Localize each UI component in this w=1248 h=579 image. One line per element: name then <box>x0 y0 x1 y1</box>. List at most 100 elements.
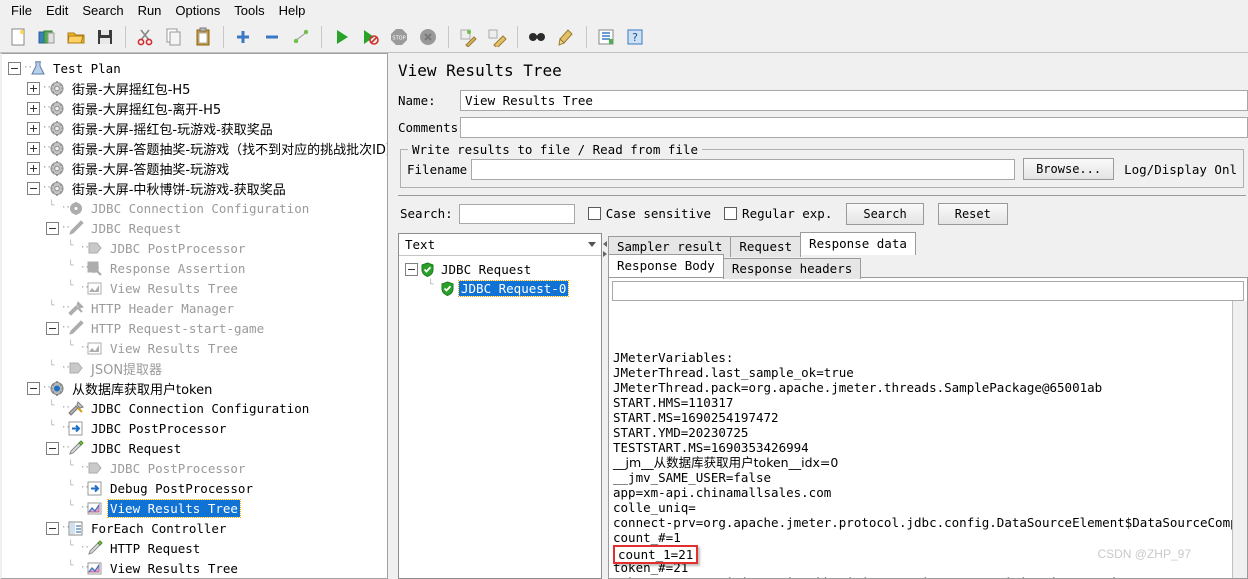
browse-button[interactable]: Browse... <box>1023 158 1115 180</box>
tree-node[interactable]: ·· JDBC Request <box>2 438 387 458</box>
menu-item-search[interactable]: Search <box>75 1 130 20</box>
tree-collapse-toggle[interactable] <box>27 381 40 395</box>
subtab-response-headers[interactable]: Response headers <box>722 257 862 279</box>
regular-exp-checkbox[interactable]: Regular exp. <box>724 206 832 221</box>
stop-icon[interactable]: STOP <box>385 23 413 51</box>
tree-node[interactable]: ·· 街景-大屏-答题抽奖-玩游戏（找不到对应的挑战批次ID） <box>2 138 387 158</box>
search-input[interactable] <box>458 203 575 224</box>
tree-node[interactable]: ·· ForEach Controller <box>2 518 387 538</box>
tree-node[interactable]: ·· 街景-大屏-中秋博饼-玩游戏-获取奖品 <box>2 178 387 198</box>
checkbox-box[interactable] <box>587 207 601 221</box>
tab-request[interactable]: Request <box>730 235 802 257</box>
reset-search-icon[interactable] <box>552 23 580 51</box>
result-node[interactable]: └ JDBC Request-0 <box>399 279 601 298</box>
start-icon[interactable] <box>327 23 355 51</box>
tree-collapse-toggle[interactable] <box>46 441 59 455</box>
response-line: TESTSTART.MS=1690353426994 <box>613 439 809 455</box>
menu-item-edit[interactable]: Edit <box>39 1 75 20</box>
copy-icon[interactable] <box>160 23 188 51</box>
response-scrollbar[interactable] <box>1232 300 1247 578</box>
case-sensitive-checkbox[interactable]: Case sensitive <box>587 206 711 221</box>
tree-node[interactable]: └ ·· View Results Tree <box>2 498 387 518</box>
function-helper-icon[interactable] <box>592 23 620 51</box>
tree-node[interactable]: └ ·· Response Assertion <box>2 258 387 278</box>
reset-button[interactable]: Reset <box>937 202 1008 225</box>
cut-icon[interactable] <box>131 23 159 51</box>
tree-collapse-toggle[interactable] <box>27 181 40 195</box>
response-body-text[interactable]: JMeterVariables: JMeterThread.last_sample… <box>609 300 1247 578</box>
test-plan-tree[interactable]: ·· Test Plan ·· 街景-大屏摇红包-H5 ·· 街景-大屏摇红包-离开-H5… <box>0 53 388 579</box>
tree-expand-toggle[interactable] <box>27 81 40 95</box>
tree-node[interactable]: ·· 街景-大屏-摇红包-玩游戏-获取奖品 <box>2 118 387 138</box>
split-divider-handle[interactable] <box>602 232 608 579</box>
tree-collapse-toggle[interactable] <box>8 61 21 75</box>
new-icon[interactable] <box>4 23 32 51</box>
tree-node[interactable]: └ ·· JDBC PostProcessor <box>2 418 387 438</box>
tree-node[interactable]: └ ·· JDBC PostProcessor <box>2 458 387 478</box>
tree-node[interactable]: └ ·· Debug PostProcessor <box>2 478 387 498</box>
start-no-pauses-icon[interactable] <box>356 23 384 51</box>
tree-collapse-toggle[interactable] <box>46 321 59 335</box>
results-tree-body[interactable]: JDBC Request └ JDBC Request-0 <box>399 256 601 578</box>
tree-node[interactable]: └ ·· HTTP Header Manager <box>2 298 387 318</box>
toggle-icon[interactable] <box>287 23 315 51</box>
chevron-down-icon[interactable] <box>588 241 596 247</box>
help-icon[interactable]: ? <box>621 23 649 51</box>
menu-item-tools[interactable]: Tools <box>227 1 271 20</box>
tree-node[interactable]: └ ·· View Results Tree <box>2 338 387 358</box>
tree-collapse-toggle[interactable] <box>46 521 59 535</box>
tree-node[interactable]: ·· 街景-大屏摇红包-离开-H5 <box>2 98 387 118</box>
menu-item-file[interactable]: File <box>4 1 39 20</box>
render-selector[interactable]: Text <box>399 233 601 256</box>
tree-node[interactable]: └ ·· View Results Tree <box>2 558 387 578</box>
checkbox-box[interactable] <box>724 207 738 221</box>
search-button[interactable]: Search <box>846 202 924 225</box>
tree-node[interactable]: └ ·· JSON提取器 <box>2 358 387 378</box>
menu-item-options[interactable]: Options <box>168 1 227 20</box>
menu-item-help[interactable]: Help <box>272 1 313 20</box>
tree-node-label: Response Assertion <box>110 260 246 276</box>
tree-node[interactable]: └ ·· JDBC Connection Configuration <box>2 398 387 418</box>
tree-node[interactable]: ·· 街景-大屏-答题抽奖-玩游戏 <box>2 158 387 178</box>
menu-item-run[interactable]: Run <box>131 1 169 20</box>
tree-node[interactable]: ·· 街景-大屏摇红包-H5 <box>2 78 387 98</box>
tree-node[interactable]: └ ·· View Results Tree <box>2 278 387 298</box>
tree-leaf-spacer: └ <box>49 360 55 371</box>
tree-node[interactable]: ·· Test Plan <box>2 58 387 78</box>
clear-all-icon[interactable] <box>483 23 511 51</box>
filename-input[interactable] <box>471 158 1016 180</box>
templates-icon[interactable] <box>33 23 61 51</box>
tree-expand-toggle[interactable] <box>27 121 40 135</box>
subtab-response-body[interactable]: Response Body <box>608 253 724 277</box>
result-collapse-toggle[interactable] <box>405 262 418 276</box>
search-icon[interactable] <box>523 23 551 51</box>
paste-icon[interactable] <box>189 23 217 51</box>
expand-all-icon[interactable] <box>229 23 257 51</box>
response-line: JMeterVariables: <box>613 349 734 365</box>
shutdown-icon[interactable] <box>414 23 442 51</box>
tree-node[interactable]: └ ·· HTTP Request <box>2 538 387 558</box>
response-find-input[interactable] <box>612 280 1244 301</box>
open-icon[interactable] <box>62 23 90 51</box>
listener-pink-icon <box>86 560 104 577</box>
tree-node[interactable]: └ ·· JDBC Connection Configuration <box>2 198 387 218</box>
name-input[interactable] <box>460 90 1248 111</box>
save-icon[interactable] <box>91 23 119 51</box>
result-node[interactable]: JDBC Request <box>399 260 601 279</box>
listener-icon <box>86 340 104 357</box>
tree-node[interactable]: └ ·· JDBC PostProcessor <box>2 238 387 258</box>
tree-expand-toggle[interactable] <box>27 101 40 115</box>
tree-node[interactable]: ·· 从数据库获取用户token <box>2 378 387 398</box>
tree-collapse-toggle[interactable] <box>46 221 59 235</box>
tab-response-data[interactable]: Response data <box>800 231 916 255</box>
comments-input[interactable] <box>460 117 1248 138</box>
clear-icon[interactable] <box>454 23 482 51</box>
tree-node-label: HTTP Header Manager <box>91 300 234 316</box>
tree-node[interactable]: ·· JDBC Request <box>2 218 387 238</box>
tree-expand-toggle[interactable] <box>27 161 40 175</box>
comments-row: Comments: <box>398 117 1248 138</box>
collapse-all-icon[interactable] <box>258 23 286 51</box>
postprocessor-icon <box>86 240 104 257</box>
tree-expand-toggle[interactable] <box>27 141 40 155</box>
tree-node[interactable]: ·· HTTP Request-start-game <box>2 318 387 338</box>
